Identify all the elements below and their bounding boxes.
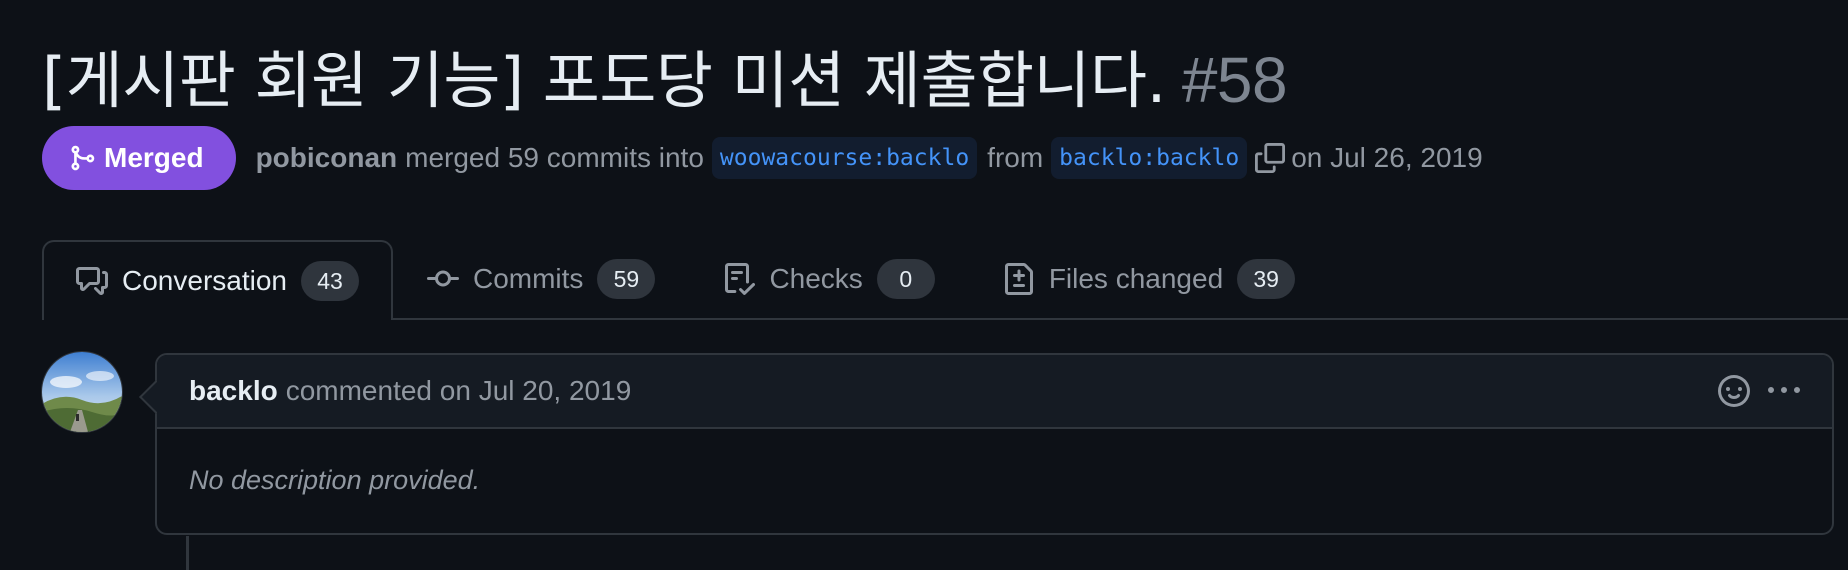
checklist-icon bbox=[723, 263, 756, 295]
git-merge-icon bbox=[68, 144, 96, 172]
tab-counter: 0 bbox=[876, 259, 935, 299]
tab-label: Files changed bbox=[1048, 263, 1224, 294]
merged-text: merged 59 commits into bbox=[405, 142, 704, 173]
state-label: Merged bbox=[104, 142, 204, 173]
tab-label: Commits bbox=[472, 263, 584, 294]
tab-checks[interactable]: Checks 0 bbox=[689, 240, 968, 318]
copy-icon[interactable] bbox=[1255, 143, 1286, 173]
tab-counter: 59 bbox=[597, 259, 656, 299]
smiley-icon[interactable] bbox=[1718, 375, 1750, 407]
git-commit-icon bbox=[426, 263, 459, 295]
tab-conversation[interactable]: Conversation 43 bbox=[42, 240, 393, 320]
timeline-line bbox=[186, 536, 189, 570]
from-text: from bbox=[987, 142, 1044, 173]
comment-author-link[interactable]: backlo bbox=[189, 375, 278, 407]
tab-label: Conversation bbox=[122, 265, 287, 296]
page-title: [게시판 회원 기능] 포도당 미션 제출합니다. #58 bbox=[42, 30, 1288, 120]
comment-discussion-icon bbox=[76, 265, 108, 297]
comment-header: backlo commented on Jul 20, 2019 bbox=[157, 355, 1832, 429]
avatar-landscape-image bbox=[42, 352, 122, 432]
author-link[interactable]: pobiconan bbox=[256, 142, 398, 174]
kebab-horizontal-icon[interactable] bbox=[1768, 375, 1800, 407]
avatar[interactable] bbox=[42, 352, 122, 432]
base-branch-link[interactable]: woowacourse:backlo bbox=[711, 137, 978, 179]
comment-actions bbox=[1718, 375, 1800, 407]
pr-title: [게시판 회원 기능] 포도당 미션 제출합니다. bbox=[42, 44, 1166, 117]
tab-label: Checks bbox=[769, 263, 863, 294]
tab-counter: 43 bbox=[300, 261, 359, 301]
file-diff-icon bbox=[1003, 263, 1035, 295]
pr-meta: Merged pobiconan merged 59 commits into … bbox=[42, 126, 1491, 190]
comment-body: No description provided. bbox=[189, 465, 481, 495]
tab-counter: 39 bbox=[1237, 259, 1296, 299]
comment-box: backlo commented on Jul 20, 2019 No desc… bbox=[139, 353, 1834, 535]
comment-timestamp[interactable]: commented on Jul 20, 2019 bbox=[286, 375, 632, 407]
tab-commits[interactable]: Commits 59 bbox=[393, 240, 689, 318]
merge-date: on Jul 26, 2019 bbox=[1291, 142, 1483, 173]
pr-number: #58 bbox=[1181, 44, 1288, 116]
tab-files-changed[interactable]: Files changed 39 bbox=[969, 240, 1329, 318]
pull-request-page: [게시판 회원 기능] 포도당 미션 제출합니다. #58 Merged pob… bbox=[0, 0, 1848, 570]
merged-state-badge: Merged bbox=[42, 126, 236, 190]
head-branch-link[interactable]: backlo:backlo bbox=[1051, 137, 1248, 179]
pr-tabs: Conversation 43 Commits 59 Checks 0 File… bbox=[42, 240, 1848, 320]
